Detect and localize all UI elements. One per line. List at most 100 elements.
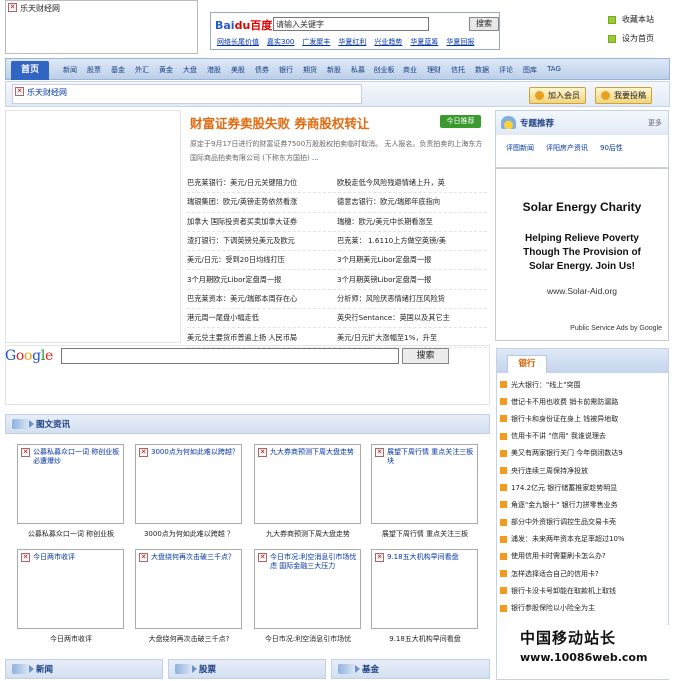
nav-item[interactable]: 创业板	[370, 65, 398, 75]
nav-item[interactable]: 评论	[494, 65, 518, 75]
news-item[interactable]: 分析师：风险厌恶情绪打压风险货	[337, 294, 487, 304]
image-thumbnail[interactable]: ✕ 9.18五大机构早间看盘	[371, 549, 478, 629]
nav-item[interactable]: 黄金	[154, 65, 178, 75]
news-item[interactable]: 美元兑主要货币普遍上扬 人民币局	[187, 333, 337, 343]
google-search-input[interactable]	[61, 348, 399, 364]
nav-item[interactable]: 债券	[250, 65, 274, 75]
news-item[interactable]: 巴克莱： 1.6110上方做空英镑/美	[337, 236, 487, 246]
news-item[interactable]: 瑞银集团：欧元/英镑走势依然看涨	[187, 197, 337, 207]
news-item[interactable]: 巴克莱银行：美元/日元关键阻力位	[187, 178, 337, 188]
bank-list-item[interactable]: 美又有两家银行关门 今年倒闭数达9	[500, 445, 668, 462]
image-caption[interactable]: 9.18五大机构早间看盘	[365, 634, 485, 644]
image-caption[interactable]: 今日市况:利空消息引市场忧	[248, 634, 368, 644]
news-item[interactable]: 3个月期美元Libor定盘周一报	[337, 255, 487, 265]
nav-item[interactable]: 信托	[446, 65, 470, 75]
submit-article-button[interactable]: 我要投稿	[595, 87, 652, 104]
bank-list-item[interactable]: 银行参股保险以小险全为主	[500, 599, 668, 616]
image-caption[interactable]: 今日两市收评	[11, 634, 131, 644]
special-more-link[interactable]: 更多	[648, 118, 662, 128]
special-link[interactable]: 90后性	[600, 143, 623, 153]
image-caption[interactable]: 九大券商预测下周大盘走势	[248, 529, 368, 539]
news-item[interactable]: 美元/日元：受到20日均线打压	[187, 255, 337, 265]
set-homepage-link[interactable]: 设为首页	[608, 33, 654, 44]
image-thumbnail[interactable]: ✕ 大盘绕何再次击破三千点？	[135, 549, 242, 629]
bank-list-item[interactable]: 部分中外资银行调控生品交易卡壳	[500, 514, 668, 531]
image-thumbnail[interactable]: ✕ 展望下周行情 重点关注三板块	[371, 444, 478, 524]
section-header-stocks[interactable]: 股票	[168, 659, 326, 679]
image-caption[interactable]: 3000点为何如此难以跨越 ？	[129, 529, 249, 539]
hot-link[interactable]: 华夏红利	[338, 37, 366, 47]
search-button[interactable]: 搜索	[469, 17, 499, 31]
nav-item[interactable]: 银行	[274, 65, 298, 75]
image-thumbnail[interactable]: ✕ 3000点为何如此难以跨越？	[135, 444, 242, 524]
news-item[interactable]: 英央行Sentance：英国以及其它主	[337, 313, 487, 323]
nav-item[interactable]: 商业	[398, 65, 422, 75]
nav-item[interactable]: 外汇	[130, 65, 154, 75]
tab-bank[interactable]: 银行	[507, 355, 547, 373]
image-caption[interactable]: 公募私募众口一词 称创业板	[11, 529, 131, 539]
hot-link[interactable]: 嘉实300	[267, 37, 294, 47]
bank-list-item[interactable]: 银行卡和身份证在身上 钱被异地取	[500, 410, 668, 427]
site-logo[interactable]: ✕ 乐天财经网	[5, 0, 198, 54]
bank-list-item[interactable]: 角逐"金九银十" 银行力拼零售业务	[500, 496, 668, 513]
hot-link[interactable]: 华夏蓝筹	[410, 37, 438, 47]
bank-list-item[interactable]: 使用信用卡时需要刷卡怎么办?	[500, 548, 668, 565]
nav-item[interactable]: 新股	[322, 65, 346, 75]
hot-link[interactable]: 兴业趋势	[374, 37, 402, 47]
nav-item[interactable]: 基金	[106, 65, 130, 75]
news-item[interactable]: 渣打银行：下调英镑兑美元及欧元	[187, 236, 337, 246]
nav-item[interactable]: TAG	[542, 65, 566, 75]
nav-item[interactable]: 理财	[422, 65, 446, 75]
bookmark-link[interactable]: 收藏本站	[608, 14, 654, 25]
nav-item[interactable]: 港股	[202, 65, 226, 75]
image-caption[interactable]: 展望下周行情 重点关注三板	[365, 529, 485, 539]
google-search-button[interactable]: 搜索	[402, 348, 449, 364]
news-item[interactable]: 3个月期英镑Libor定盘周一报	[337, 275, 487, 285]
hot-link[interactable]: 华夏回报	[446, 37, 474, 47]
news-item[interactable]: 美元/日元扩大涨幅至1%，升至	[337, 333, 487, 343]
headline-title[interactable]: 财富证券卖股失败 券商股权转让	[190, 113, 369, 132]
sub-logo[interactable]: ✕ 乐天财经网	[12, 84, 362, 104]
news-item[interactable]: 欧股走低今风险残避情绪上升，英	[337, 178, 487, 188]
ad-url[interactable]: www.Solar-Aid.org	[496, 286, 668, 296]
section-header-news[interactable]: 新闻	[5, 659, 163, 679]
ad-title[interactable]: Solar Energy Charity	[496, 200, 668, 214]
nav-item[interactable]: 私募	[346, 65, 370, 75]
news-item[interactable]: 瑞穗：欧元/美元中长期看涨至	[337, 217, 487, 227]
news-item[interactable]: 德意志银行：欧元/瑞郎年底指向	[337, 197, 487, 207]
nav-item[interactable]: 股票	[82, 65, 106, 75]
image-thumbnail[interactable]: ✕ 今日两市收评	[17, 549, 124, 629]
news-item[interactable]: 港元周一尾盘小幅走低	[187, 313, 337, 323]
nav-item[interactable]: 新闻	[58, 65, 82, 75]
nav-item[interactable]: 美股	[226, 65, 250, 75]
nav-item[interactable]: 数据	[470, 65, 494, 75]
image-thumbnail[interactable]: ✕ 今日市况:利空消息引市场忧虑 国际金融三大压力	[254, 549, 361, 629]
summary-more-link[interactable]: ...	[312, 154, 319, 162]
ad-footer[interactable]: Public Service Ads by Google	[570, 325, 662, 332]
image-caption[interactable]: 大盘绕何再次击破三千点?	[129, 634, 249, 644]
solar-charity-ad[interactable]: Solar Energy Charity Helping Relieve Pov…	[495, 168, 669, 341]
news-item[interactable]: 巴克莱资本：美元/瑞郎本周存在心	[187, 294, 337, 304]
hot-link[interactable]: 广发聚丰	[302, 37, 330, 47]
nav-item[interactable]: 期货	[298, 65, 322, 75]
special-link[interactable]: 评阳房产资讯	[546, 143, 588, 153]
news-item[interactable]: 3个月期欧元Libor定盘周一报	[187, 275, 337, 285]
bank-list-item[interactable]: 借记卡不用也收费 销卡前需防漏路	[500, 393, 668, 410]
news-item[interactable]: 加拿大 国际投资者买卖加拿大证券	[187, 217, 337, 227]
bank-list-item[interactable]: 浦发：未来两年资本充足率超过10%	[500, 531, 668, 548]
nav-item[interactable]: 大盘	[178, 65, 202, 75]
nav-item[interactable]: 图库	[518, 65, 542, 75]
bank-list-item[interactable]: 信用卡不讲 "信用" 我谁说理去	[500, 428, 668, 445]
search-input[interactable]: 请输入关键字	[273, 17, 429, 31]
bank-list-item[interactable]: 174.2亿元 银行储蓄推家趁势明显	[500, 479, 668, 496]
image-thumbnail[interactable]: ✕ 九大券商预测下周大盘走势	[254, 444, 361, 524]
bank-list-item[interactable]: 怎样选择适合自己的信用卡?	[500, 565, 668, 582]
hot-link[interactable]: 网络长尾价值	[217, 37, 259, 47]
join-member-button[interactable]: 加入会员	[529, 87, 586, 104]
section-header-funds[interactable]: 基金	[331, 659, 490, 679]
bank-list-item[interactable]: 光大银行："线上"突围	[500, 376, 668, 393]
nav-home-tab[interactable]: 首页	[11, 61, 49, 80]
special-link[interactable]: 评图新闻	[506, 143, 534, 153]
bank-list-item[interactable]: 央行连续三周保持净投放	[500, 462, 668, 479]
image-thumbnail[interactable]: ✕ 公募私募众口一词 称创业板必遭爆炒	[17, 444, 124, 524]
